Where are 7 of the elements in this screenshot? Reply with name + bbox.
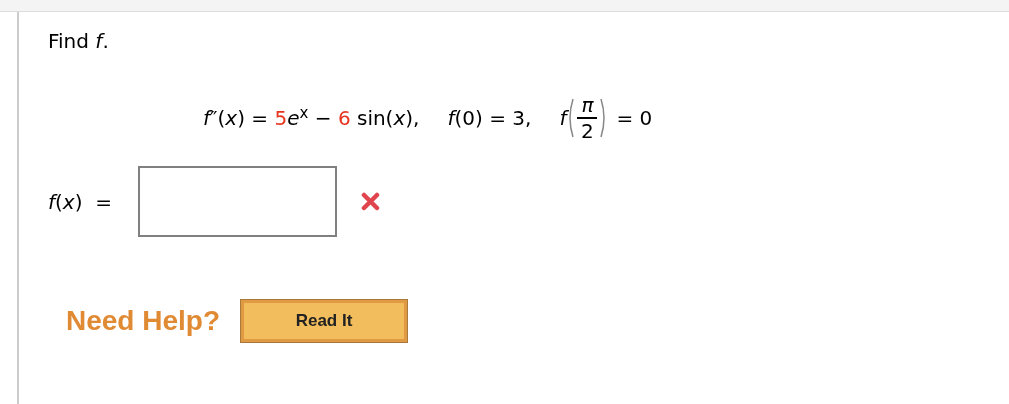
help-label: Need Help? <box>66 304 221 338</box>
read-it-button[interactable]: Read It <box>241 300 408 342</box>
initial-condition: f(0) = 3, <box>447 105 532 132</box>
answer-field[interactable] <box>138 166 337 237</box>
equation: f″(x) = 5e$^{x}$ − 6 sin(x), <box>203 103 420 132</box>
prompt-text: Find f. <box>48 28 110 55</box>
answer-label: f(x) = <box>48 188 113 216</box>
